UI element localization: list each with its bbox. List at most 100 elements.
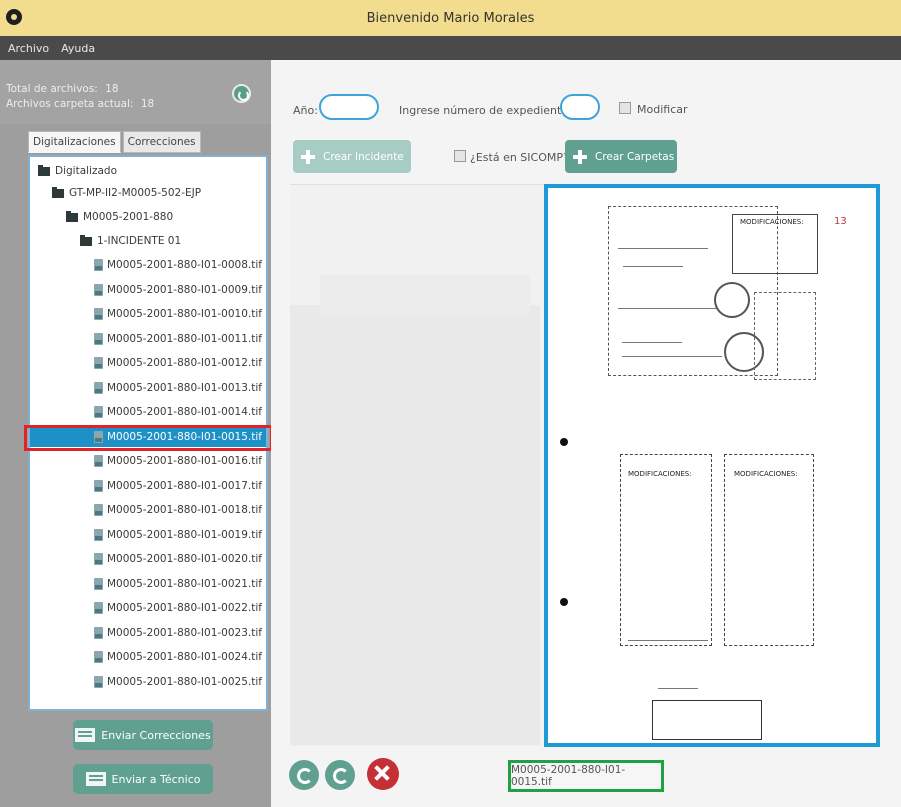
year-input[interactable] [319,94,379,120]
total-files-label: Total de archivos: [6,83,98,95]
document-stamp [652,700,762,740]
file-icon [94,381,103,394]
stamp-title: MODIFICACIONES: [628,470,692,478]
send-technician-button[interactable]: Enviar a Técnico [73,764,213,794]
handwriting-line [622,356,722,357]
document-stamp [754,292,816,380]
tree-file-item[interactable]: M0005-2001-880-I01-0022.tif [94,598,262,618]
file-counts: Total de archivos: 18 Archivos carpeta a… [0,60,271,124]
tree-file-item[interactable]: M0005-2001-880-I01-0012.tif [94,353,262,373]
stamp-title: MODIFICACIONES: [740,218,804,226]
sicomp-checkbox[interactable] [454,150,466,162]
file-name: M0005-2001-880-I01-0019.tif [107,528,262,541]
file-name: M0005-2001-880-I01-0014.tif [107,406,262,418]
file-icon [94,528,103,541]
file-icon [94,406,103,418]
current-file-name: M0005-2001-880-I01-0015.tif [508,760,664,792]
file-name: M0005-2001-880-I01-0013.tif [107,381,262,394]
tree-file-item[interactable]: M0005-2001-880-I01-0019.tif [94,525,262,545]
tree-file-item[interactable]: M0005-2001-880-I01-0016.tif [94,451,262,471]
handwriting-line [618,248,708,249]
menu-archivo[interactable]: Archivo [8,42,49,55]
file-name: M0005-2001-880-I01-0020.tif [107,553,262,565]
background-building [320,275,530,315]
send-corrections-button[interactable]: Enviar Correcciones [73,720,213,750]
file-icon [94,577,103,590]
create-incident-button[interactable]: Crear Incidente [293,140,411,173]
title-bar: Bienvenido Mario Morales [0,0,901,36]
tab-digitalizaciones[interactable]: Digitalizaciones [28,131,121,153]
stamp-title: MODIFICACIONES: [734,470,798,478]
panel-tabs: Digitalizaciones Correcciones [28,131,203,153]
tree-file-item[interactable]: M0005-2001-880-I01-0021.tif [94,574,262,594]
file-name: M0005-2001-880-I01-0017.tif [107,479,262,492]
tree-folder-level1[interactable]: GT-MP-II2-M0005-502-EJP [52,183,201,203]
menu-ayuda[interactable]: Ayuda [61,42,95,55]
folder-icon [38,164,50,176]
file-icon [94,602,103,614]
plus-icon [301,149,315,164]
punch-hole [560,438,568,446]
tree-file-item[interactable]: M0005-2001-880-I01-0013.tif [94,378,262,398]
send-mail-icon [75,728,96,742]
tree-file-item[interactable]: M0005-2001-880-I01-0018.tif [94,500,262,520]
handwriting-line [618,308,718,309]
file-name: M0005-2001-880-I01-0022.tif [107,602,262,614]
file-icon [94,332,103,345]
file-name: M0005-2001-880-I01-0018.tif [107,504,262,516]
menu-bar: Archivo Ayuda [0,36,901,60]
refresh-icon[interactable] [232,84,251,103]
delete-button[interactable] [367,758,399,790]
tree-file-item[interactable]: M0005-2001-880-I01-0014.tif [94,402,262,422]
file-name: M0005-2001-880-I01-0009.tif [107,283,262,296]
file-name: M0005-2001-880-I01-0025.tif [107,675,262,688]
file-icon [94,626,103,639]
tree-file-item[interactable]: M0005-2001-880-I01-0011.tif [94,329,262,349]
tree-file-item[interactable]: M0005-2001-880-I01-0024.tif [94,647,262,667]
rotate-left-button[interactable] [289,760,319,790]
tree-file-item[interactable]: M0005-2001-880-I01-0010.tif [94,304,262,324]
document-seal [714,282,750,318]
file-name: M0005-2001-880-I01-0011.tif [107,332,262,345]
current-folder-files-value: 18 [140,98,155,110]
tab-correcciones[interactable]: Correcciones [122,131,201,153]
folder-icon [52,186,64,198]
create-folders-button[interactable]: Crear Carpetas [565,140,677,173]
scanned-document[interactable]: MODIFICACIONES: 13 MODIFICACIONES: MODIF… [544,184,880,747]
tree-folder-level3[interactable]: 1-INCIDENTE 01 [80,231,181,251]
tree-file-item[interactable]: M0005-2001-880-I01-0023.tif [94,623,262,643]
plus-icon [573,149,587,164]
selection-highlight [24,425,273,451]
modify-checkbox[interactable] [619,102,631,114]
file-icon [94,675,103,688]
tree-folder-level2[interactable]: M0005-2001-880 [66,207,173,227]
file-icon [94,308,103,320]
file-icon [94,553,103,565]
current-folder-files-label: Archivos carpeta actual: [6,98,134,110]
file-icon [94,283,103,296]
tree-file-item[interactable]: M0005-2001-880-I01-0020.tif [94,549,262,569]
tree-file-item[interactable]: M0005-2001-880-I01-0017.tif [94,476,262,496]
folder-icon [80,234,92,246]
modify-label: Modificar [637,103,688,116]
tree-file-item[interactable]: M0005-2001-880-I01-0008.tif [94,255,262,275]
file-icon [94,357,103,369]
total-files-value: 18 [105,83,119,95]
tree-folder-root[interactable]: Digitalizado [38,161,117,181]
year-label: Año: [293,104,318,117]
file-name: M0005-2001-880-I01-0023.tif [107,626,262,639]
file-icon [94,479,103,492]
window-title: Bienvenido Mario Morales [366,10,535,26]
expediente-input[interactable] [560,94,600,120]
page-mark: 13 [834,216,847,227]
rotate-right-button[interactable] [325,760,355,790]
main-area: Año: Ingrese número de expediente: Modif… [271,60,901,807]
file-name: M0005-2001-880-I01-0008.tif [107,259,262,271]
tree-file-item[interactable]: M0005-2001-880-I01-0025.tif [94,672,262,692]
file-icon [94,455,103,467]
tree-file-item[interactable]: M0005-2001-880-I01-0009.tif [94,280,262,300]
file-name: M0005-2001-880-I01-0010.tif [107,308,262,320]
file-name: M0005-2001-880-I01-0021.tif [107,577,262,590]
folder-icon [66,210,78,222]
file-name: M0005-2001-880-I01-0012.tif [107,357,262,369]
